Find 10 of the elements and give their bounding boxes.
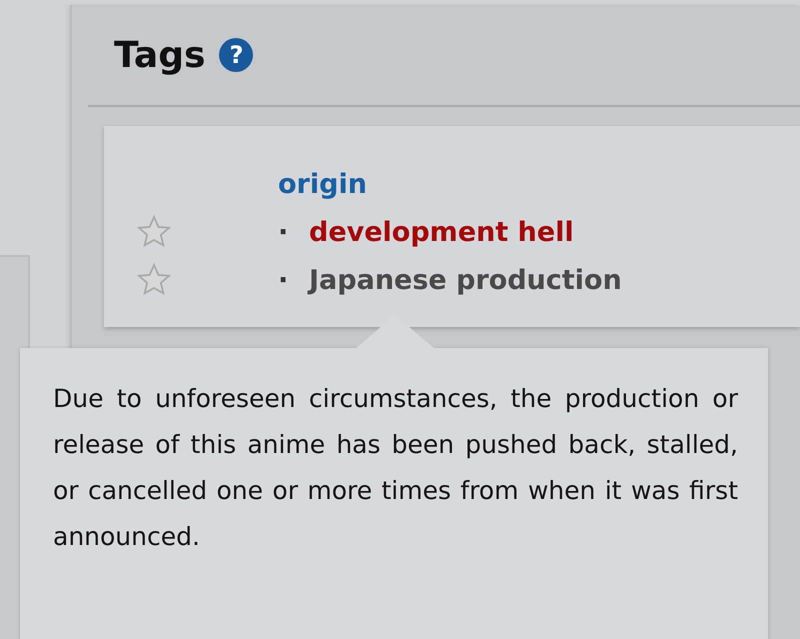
star-icon[interactable] — [136, 262, 172, 298]
tag-category[interactable]: origin — [278, 168, 367, 200]
section-title: Tags — [114, 34, 206, 76]
tag-link[interactable]: development hell — [309, 216, 574, 248]
star-icon[interactable] — [136, 214, 172, 250]
tag-link[interactable]: Japanese production — [309, 264, 622, 296]
bullet: · — [278, 216, 290, 248]
bullet: · — [278, 264, 290, 296]
help-icon[interactable]: ? — [219, 38, 254, 72]
tooltip-text: Due to unforeseen circumstances, the production or release of this anime has been pushed back, stalled, or cancelled one or more times from when it was first announced. — [53, 383, 738, 553]
